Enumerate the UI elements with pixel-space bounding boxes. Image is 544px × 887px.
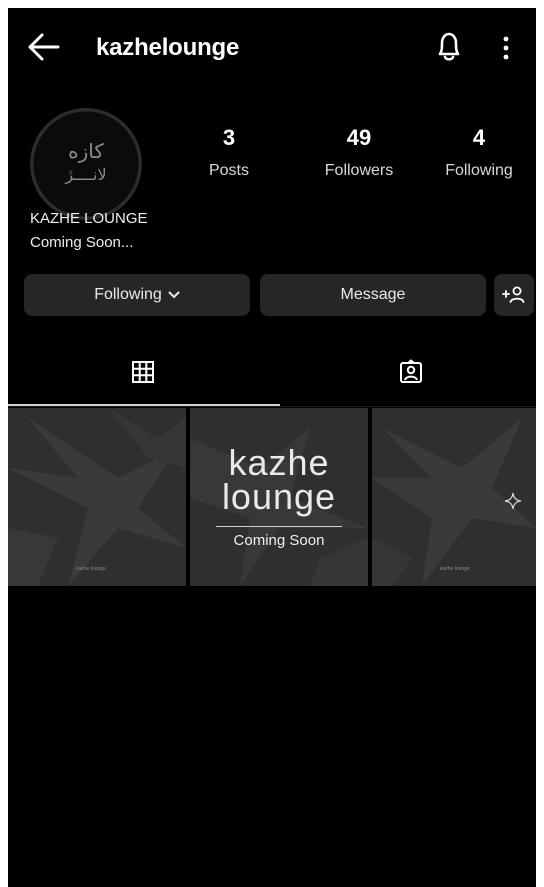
message-button-label: Message: [340, 286, 406, 303]
post-caption: kazhe lounge: [440, 566, 470, 572]
posts-count-value: 3: [222, 125, 236, 150]
post-title-line1: kazhe: [228, 442, 330, 483]
add-person-button[interactable]: [494, 274, 534, 316]
profile-username: kazhelounge: [96, 34, 240, 61]
following-button-label: Following: [94, 286, 162, 303]
tab-posts-grid[interactable]: [8, 354, 280, 406]
grid-icon: [132, 361, 154, 383]
post-thumbnail[interactable]: kazhe lounge: [8, 408, 186, 586]
followers-count[interactable]: 49 Followers: [304, 126, 414, 180]
svg-text:کازه: کازه: [68, 139, 104, 163]
bell-icon[interactable]: [434, 30, 464, 64]
more-vertical-icon[interactable]: [498, 32, 514, 64]
profile-screen: kazhelounge کازه لانــــژ 3 Posts 49 Fol…: [8, 8, 536, 887]
post-caption: kazhe lounge: [76, 566, 106, 572]
sparkle-icon: [504, 492, 522, 510]
following-count-value: 4: [472, 125, 486, 150]
arrow-left-icon[interactable]: [26, 32, 62, 62]
post-thumbnail[interactable]: kazhe lounge Coming Soon: [190, 408, 368, 586]
message-button[interactable]: Message: [260, 274, 486, 316]
following-count[interactable]: 4 Following: [424, 126, 534, 180]
posts-count[interactable]: 3 Posts: [174, 126, 284, 180]
post-title: kazhe lounge: [190, 442, 368, 517]
profile-bio: Coming Soon...: [30, 234, 134, 251]
followers-count-value: 49: [346, 125, 372, 150]
avatar[interactable]: کازه لانــــژ: [30, 108, 142, 220]
followers-count-label: Followers: [324, 162, 394, 179]
post-divider: [216, 526, 342, 527]
top-bar: kazhelounge: [8, 8, 536, 88]
following-count-label: Following: [445, 162, 513, 179]
add-person-icon: [502, 286, 525, 303]
chevron-down-icon: [168, 291, 180, 299]
post-subtitle: Coming Soon: [233, 532, 325, 549]
avatar-logo: کازه لانــــژ: [30, 108, 142, 220]
svg-text:لانــــژ: لانــــژ: [64, 165, 106, 185]
tabs-divider: [8, 406, 536, 407]
tagged-user-icon: [400, 359, 422, 383]
active-tab-indicator: [8, 404, 280, 406]
post-title-line2: lounge: [221, 476, 337, 517]
posts-count-label: Posts: [208, 162, 249, 179]
bird-pattern-image: [8, 408, 186, 586]
profile-display-name: KAZHE LOUNGE: [30, 210, 148, 227]
tab-tagged[interactable]: [280, 354, 536, 406]
post-thumbnail[interactable]: kazhe lounge: [372, 408, 536, 586]
following-button[interactable]: Following: [24, 274, 250, 316]
